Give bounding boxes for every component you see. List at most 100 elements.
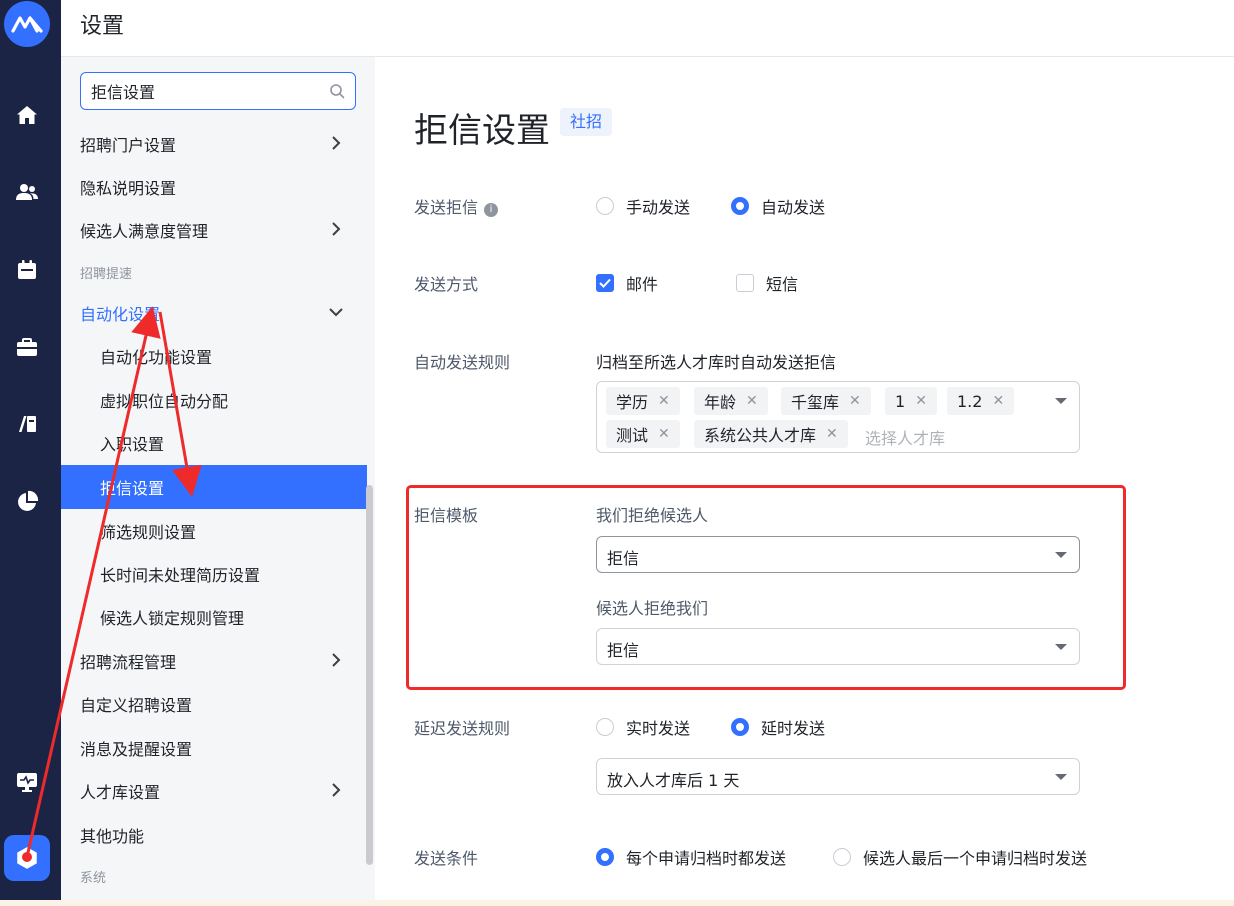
- pie-chart-icon[interactable]: [14, 489, 40, 515]
- books-icon[interactable]: [14, 411, 40, 437]
- sidebar-item-unprocessed[interactable]: 长时间未处理简历设置: [61, 552, 367, 596]
- sidebar-item-filter-rules[interactable]: 筛选规则设置: [61, 509, 367, 553]
- check-icon: [599, 278, 611, 288]
- caret-down-icon: [1055, 774, 1067, 780]
- radio-circle[interactable]: [596, 197, 614, 215]
- info-icon[interactable]: i: [484, 203, 499, 217]
- chip-label: 千玺库: [791, 393, 840, 412]
- sidebar-item-label: 自动化功能设置: [100, 348, 213, 367]
- radio-label: 自动发送: [761, 198, 826, 217]
- radio-circle[interactable]: [596, 718, 614, 736]
- sidebar-group-label: 系统: [80, 870, 107, 886]
- radio-label: 延时发送: [761, 719, 826, 738]
- chip-public-pool: 系统公共人才库 ✕: [694, 420, 848, 448]
- radio-last-application[interactable]: 候选人最后一个申请归档时发送: [833, 845, 1087, 869]
- checkbox-label: 短信: [766, 275, 799, 294]
- close-icon[interactable]: ✕: [658, 426, 670, 442]
- sidebar-item-custom[interactable]: 自定义招聘设置: [61, 682, 367, 726]
- bottom-strip: [0, 900, 1234, 906]
- home-icon[interactable]: [14, 102, 40, 128]
- close-icon[interactable]: ✕: [915, 393, 927, 409]
- sidebar-item-onboarding[interactable]: 入职设置: [61, 421, 367, 465]
- auto-rule-description: 归档至所选人才库时自动发送拒信: [596, 353, 837, 372]
- main-content: 拒信设置 社招 发送拒信 i 手动发送 自动发送 发送方式 邮件 短信 自动发送规…: [375, 57, 1234, 906]
- radio-label: 每个申请归档时都发送: [626, 849, 787, 868]
- checkbox-label: 邮件: [626, 275, 659, 294]
- close-icon[interactable]: ✕: [849, 393, 861, 409]
- sidebar-item-lock-rules[interactable]: 候选人锁定规则管理: [61, 595, 367, 639]
- sidebar-item-label: 拒信设置: [100, 479, 165, 498]
- radio-auto-send[interactable]: 自动发送: [731, 194, 825, 218]
- chevron-right-icon: [332, 136, 341, 150]
- sidebar-item-label: 入职设置: [100, 435, 165, 454]
- sidebar-item-process[interactable]: 招聘流程管理: [61, 639, 367, 683]
- select-value: 放入人才库后 1 天: [607, 771, 740, 790]
- close-icon[interactable]: ✕: [992, 393, 1004, 409]
- talent-pool-multiselect[interactable]: 学历 ✕ 年龄 ✕ 千玺库 ✕ 1 ✕ 1.2 ✕ 测试 ✕ 系统公共人才库 ✕ 选择人才库: [596, 381, 1080, 453]
- close-icon[interactable]: ✕: [826, 426, 838, 442]
- radio-circle[interactable]: [596, 848, 614, 866]
- briefcase-icon[interactable]: [14, 334, 40, 360]
- radio-label: 实时发送: [626, 719, 691, 738]
- sidebar-item-automation[interactable]: 自动化设置: [61, 291, 367, 335]
- delay-rule-label: 延迟发送规则: [414, 719, 511, 738]
- checkbox-box[interactable]: [736, 274, 754, 292]
- sidebar-item-automation-features[interactable]: 自动化功能设置: [61, 334, 367, 378]
- radio-circle[interactable]: [833, 848, 851, 866]
- sidebar-group-system: 系统: [61, 861, 367, 891]
- sidebar-item-other[interactable]: 其他功能: [61, 813, 367, 857]
- chip-1: 1 ✕: [885, 387, 937, 415]
- chip-label: 年龄: [704, 393, 737, 412]
- sidebar-item-label: 人才库设置: [80, 783, 161, 802]
- sidebar-item-label: 长时间未处理简历设置: [100, 566, 261, 585]
- page-title: 拒信设置: [414, 111, 550, 151]
- sidebar-item-privacy[interactable]: 隐私说明设置: [61, 165, 367, 209]
- radio-circle[interactable]: [731, 197, 749, 215]
- send-method-label: 发送方式: [414, 275, 479, 294]
- chip-1-2: 1.2 ✕: [947, 387, 1015, 415]
- radio-manual-send[interactable]: 手动发送: [596, 194, 690, 218]
- chevron-right-icon: [332, 783, 341, 797]
- app-rail: [0, 0, 61, 906]
- checkbox-sms[interactable]: 短信: [736, 271, 798, 295]
- chip-label: 测试: [616, 426, 649, 445]
- sidebar-item-virtual-job[interactable]: 虚拟职位自动分配: [61, 378, 367, 422]
- chevron-right-icon: [332, 222, 341, 236]
- sidebar-item-rejection[interactable]: 拒信设置: [61, 465, 367, 509]
- delay-time-select[interactable]: 放入人才库后 1 天: [596, 758, 1080, 795]
- search-box[interactable]: [80, 72, 356, 110]
- sidebar-item-satisfaction[interactable]: 候选人满意度管理: [61, 208, 367, 252]
- monitor-icon[interactable]: [14, 769, 40, 795]
- app-logo-icon[interactable]: [4, 1, 50, 47]
- radio-every-application[interactable]: 每个申请归档时都发送: [596, 845, 786, 869]
- close-icon[interactable]: ✕: [658, 393, 670, 409]
- radio-circle[interactable]: [731, 718, 749, 736]
- sidebar-item-label: 招聘门户设置: [80, 136, 177, 155]
- checkbox-email[interactable]: 邮件: [596, 271, 658, 295]
- radio-label: 候选人最后一个申请归档时发送: [863, 849, 1088, 868]
- search-input[interactable]: [91, 81, 321, 100]
- radio-realtime-send[interactable]: 实时发送: [596, 715, 690, 739]
- search-icon[interactable]: [329, 83, 345, 99]
- top-header: 设置: [61, 0, 1234, 57]
- radio-delayed-send[interactable]: 延时发送: [731, 715, 825, 739]
- caret-down-icon[interactable]: [1055, 398, 1067, 404]
- talent-pool-placeholder: 选择人才库: [865, 429, 946, 448]
- radio-label: 手动发送: [626, 198, 691, 217]
- send-rejection-label-text: 发送拒信: [414, 198, 479, 217]
- sidebar-item-notifications[interactable]: 消息及提醒设置: [61, 726, 367, 770]
- settings-hex-icon[interactable]: [4, 835, 50, 881]
- sidebar-scrollbar[interactable]: [366, 485, 373, 865]
- condition-label: 发送条件: [414, 849, 479, 868]
- recruit-type-tag: 社招: [560, 108, 613, 136]
- close-icon[interactable]: ✕: [746, 393, 758, 409]
- calendar-icon[interactable]: [14, 257, 40, 283]
- header-title: 设置: [80, 14, 125, 39]
- sidebar-item-portal[interactable]: 招聘门户设置: [61, 122, 367, 166]
- sidebar-item-talent-pool[interactable]: 人才库设置: [61, 769, 367, 813]
- checkbox-box[interactable]: [596, 274, 614, 292]
- sidebar-item-label: 候选人满意度管理: [80, 222, 209, 241]
- sidebar-item-label: 隐私说明设置: [80, 179, 177, 198]
- sidebar-item-label: 其他功能: [80, 827, 145, 846]
- users-icon[interactable]: [14, 179, 40, 205]
